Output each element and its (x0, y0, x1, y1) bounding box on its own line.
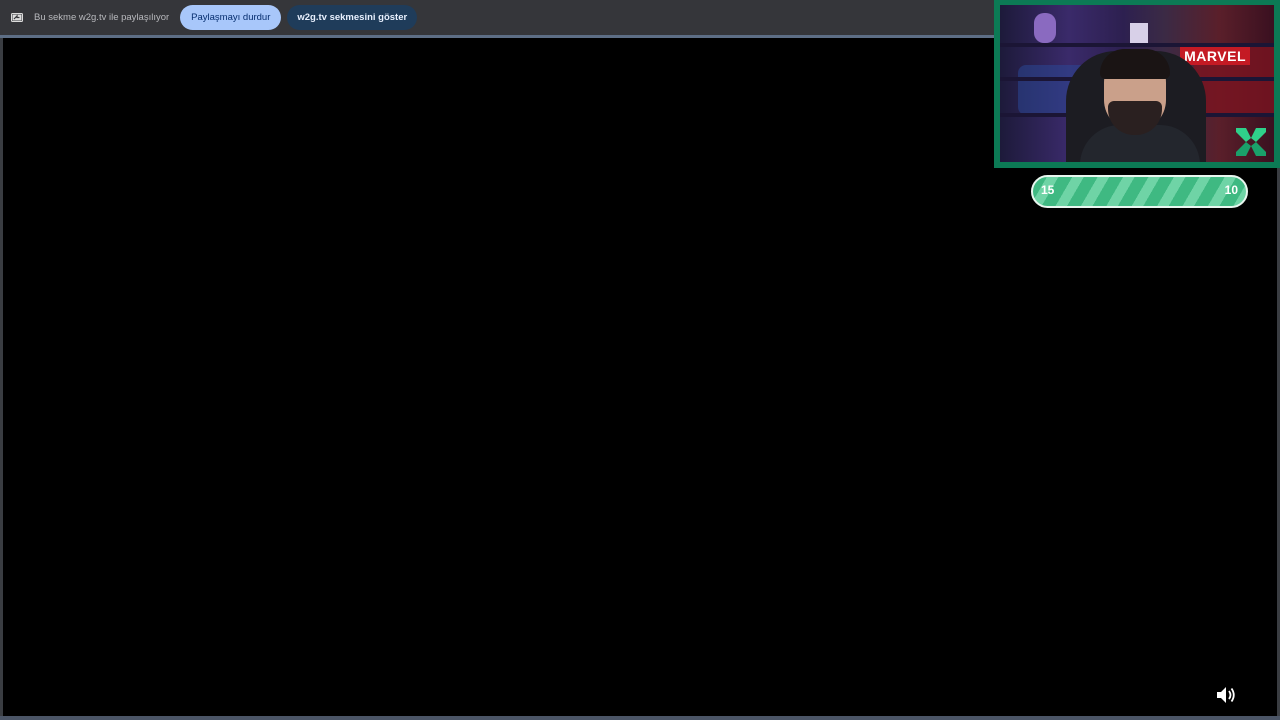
marvel-banner: MARVEL (1180, 47, 1250, 65)
figure-toy (1034, 13, 1056, 43)
score-right: 10 (1224, 183, 1238, 197)
webcam-feed: MARVEL (1000, 5, 1274, 162)
webcam-overlay: MARVEL (994, 0, 1280, 168)
screen: Bu sekme w2g.tv ile paylaşılıyor Paylaşm… (0, 0, 1280, 720)
bottom-border (0, 716, 1280, 720)
show-tab-button[interactable]: w2g.tv sekmesini göster (287, 5, 418, 30)
streamer-hair (1100, 49, 1170, 79)
figure-toy (1130, 23, 1148, 43)
screen-share-icon (11, 12, 23, 23)
score-left: 15 (1041, 183, 1055, 197)
stop-sharing-button[interactable]: Paylaşmayı durdur (180, 5, 282, 30)
score-bar: 15 10 (1031, 175, 1248, 208)
volume-icon[interactable] (1215, 685, 1237, 705)
k-logo-icon (1236, 128, 1266, 156)
sharing-status-text: Bu sekme w2g.tv ile paylaşılıyor (34, 12, 170, 23)
